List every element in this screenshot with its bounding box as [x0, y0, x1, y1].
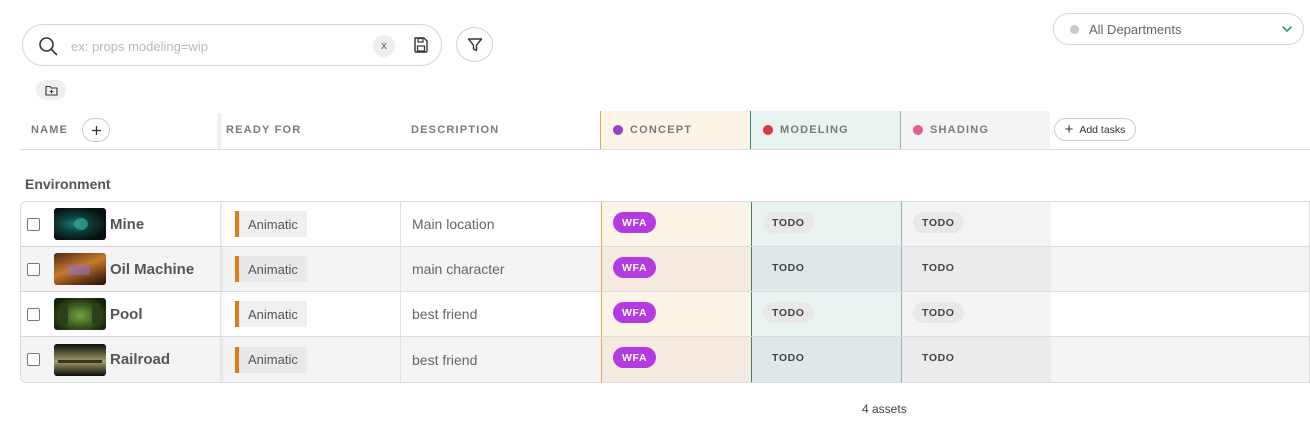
column-header-modeling[interactable]: MODELING: [750, 111, 900, 149]
concept-cell[interactable]: WFA: [601, 337, 751, 382]
asset-name[interactable]: Pool: [110, 306, 143, 323]
row-checkbox[interactable]: [27, 307, 40, 321]
asset-count: 4 assets: [862, 402, 907, 416]
modeling-cell[interactable]: TODO: [751, 337, 901, 382]
column-shading-label: SHADING: [930, 124, 990, 136]
department-dot: [1070, 24, 1079, 34]
save-search-icon[interactable]: [412, 36, 430, 54]
concept-cell[interactable]: WFA: [601, 247, 751, 291]
shading-cell[interactable]: TODO: [901, 247, 1051, 291]
status-badge: TODO: [913, 212, 964, 233]
column-modeling-label: MODELING: [780, 124, 849, 136]
shading-cell[interactable]: TODO: [901, 337, 1051, 382]
ready-for-tag: Animatic: [235, 211, 307, 237]
filter-button[interactable]: [456, 27, 493, 62]
plus-icon: +: [1064, 121, 1074, 138]
asset-table: Mine Animatic Main location WFA TODO TOD…: [20, 201, 1310, 383]
status-badge: TODO: [772, 351, 805, 364]
header-separator: [20, 149, 1310, 150]
add-tasks-label: Add tasks: [1079, 123, 1126, 136]
table-row[interactable]: Oil Machine Animatic main character WFA …: [21, 247, 1309, 292]
ready-for-cell[interactable]: Animatic: [221, 247, 401, 291]
name-cell: Railroad: [21, 337, 221, 382]
table-row[interactable]: Mine Animatic Main location WFA TODO TOD…: [21, 202, 1309, 247]
folder-icon: [44, 85, 58, 96]
column-concept-label: CONCEPT: [630, 124, 693, 136]
filter-icon: [467, 37, 482, 51]
column-description-label: DESCRIPTION: [411, 124, 500, 136]
ready-for-cell[interactable]: Animatic: [221, 337, 401, 382]
description-cell[interactable]: best friend: [401, 337, 601, 382]
department-select[interactable]: All Departments: [1053, 13, 1304, 45]
status-badge: TODO: [913, 302, 964, 323]
row-checkbox[interactable]: [27, 353, 40, 366]
department-label: All Departments: [1089, 21, 1182, 37]
status-badge: TODO: [922, 261, 955, 274]
status-badge: TODO: [922, 351, 955, 364]
asset-thumbnail[interactable]: [54, 253, 106, 285]
status-badge: WFA: [613, 347, 657, 368]
plus-icon: [91, 125, 101, 135]
asset-name[interactable]: Railroad: [110, 351, 170, 368]
asset-thumbnail[interactable]: [54, 343, 106, 376]
shading-cell[interactable]: TODO: [901, 292, 1051, 336]
modeling-cell[interactable]: TODO: [751, 247, 901, 291]
search-box: x: [22, 24, 442, 66]
column-header-shading[interactable]: SHADING: [900, 111, 1050, 149]
modeling-cell[interactable]: TODO: [751, 202, 901, 246]
group-title: Environment: [25, 176, 111, 192]
row-checkbox[interactable]: [27, 262, 40, 276]
folder-button[interactable]: [36, 80, 66, 100]
column-header-name[interactable]: NAME: [20, 111, 220, 149]
column-ready-for-label: READY FOR: [226, 124, 302, 136]
description-cell[interactable]: main character: [401, 247, 601, 291]
asset-name[interactable]: Mine: [110, 216, 144, 233]
column-header-ready-for[interactable]: READY FOR: [220, 111, 400, 149]
row-checkbox[interactable]: [27, 217, 40, 231]
status-badge: TODO: [763, 302, 814, 323]
chevron-down-icon: [1282, 26, 1292, 32]
add-asset-button[interactable]: [82, 118, 111, 142]
table-row[interactable]: Railroad Animatic best friend WFA TODO T…: [21, 337, 1309, 382]
asset-thumbnail[interactable]: [54, 298, 106, 330]
status-badge: WFA: [613, 302, 657, 323]
column-name-label: NAME: [31, 124, 69, 136]
modeling-cell[interactable]: TODO: [751, 292, 901, 336]
search-icon[interactable]: [38, 36, 58, 56]
column-header-description[interactable]: DESCRIPTION: [400, 111, 600, 149]
description-cell[interactable]: Main location: [401, 202, 601, 246]
asset-name[interactable]: Oil Machine: [110, 261, 194, 278]
status-badge: WFA: [613, 257, 657, 278]
ready-for-tag: Animatic: [235, 256, 307, 282]
name-cell: Pool: [21, 292, 221, 336]
shading-dot: [913, 125, 923, 135]
search-input[interactable]: [71, 35, 361, 57]
name-cell: Mine: [21, 202, 221, 246]
concept-cell[interactable]: WFA: [601, 292, 751, 336]
description-cell[interactable]: best friend: [401, 292, 601, 336]
concept-cell[interactable]: WFA: [601, 202, 751, 246]
ready-for-cell[interactable]: Animatic: [221, 202, 401, 246]
ready-for-tag: Animatic: [235, 346, 307, 373]
status-badge: WFA: [613, 212, 657, 233]
status-badge: TODO: [763, 212, 814, 233]
add-tasks-button[interactable]: + Add tasks: [1054, 118, 1136, 141]
name-cell: Oil Machine: [21, 247, 221, 291]
table-row[interactable]: Pool Animatic best friend WFA TODO TODO: [21, 292, 1309, 337]
ready-for-tag: Animatic: [235, 301, 307, 327]
clear-search-button[interactable]: x: [373, 35, 395, 57]
modeling-dot: [763, 125, 773, 135]
concept-dot: [613, 125, 623, 135]
status-badge: TODO: [772, 261, 805, 274]
shading-cell[interactable]: TODO: [901, 202, 1051, 246]
asset-thumbnail[interactable]: [54, 208, 106, 240]
ready-for-cell[interactable]: Animatic: [221, 292, 401, 336]
column-header-concept[interactable]: CONCEPT: [600, 111, 750, 149]
